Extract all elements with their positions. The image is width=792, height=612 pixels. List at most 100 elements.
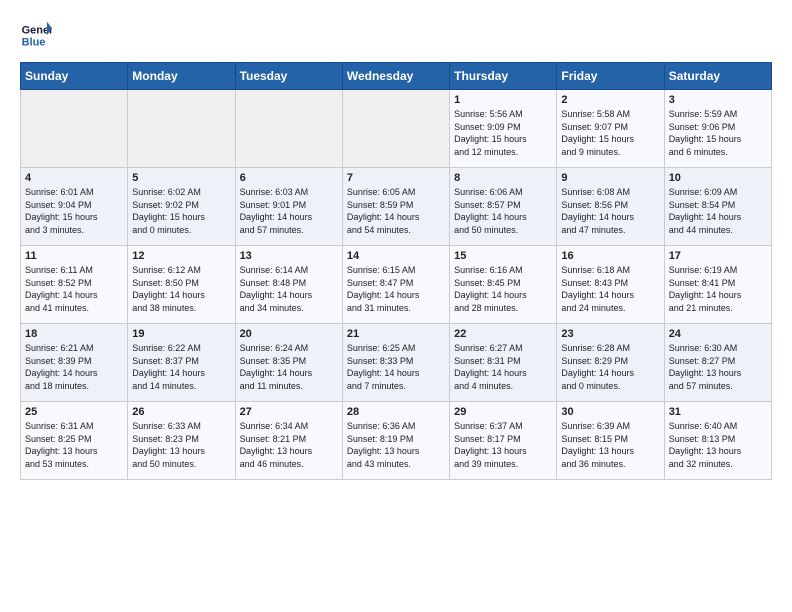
week-row-3: 11 Sunrise: 6:11 AM Sunset: 8:52 PM Dayli… [21, 246, 772, 324]
day-number: 27 [240, 406, 338, 418]
calendar-cell [235, 90, 342, 168]
calendar-cell: 5 Sunrise: 6:02 AM Sunset: 9:02 PM Daylig… [128, 168, 235, 246]
week-row-2: 4 Sunrise: 6:01 AM Sunset: 9:04 PM Daylig… [21, 168, 772, 246]
calendar-cell: 29 Sunrise: 6:37 AM Sunset: 8:17 PM Dayli… [450, 402, 557, 480]
day-info: Sunrise: 6:12 AM Sunset: 8:50 PM Dayligh… [132, 264, 230, 314]
day-info: Sunrise: 6:16 AM Sunset: 8:45 PM Dayligh… [454, 264, 552, 314]
calendar-cell: 23Sunrise: 6:28 AM Sunset: 8:29 PM Dayli… [557, 324, 664, 402]
day-number: 14 [347, 250, 445, 262]
day-number: 26 [132, 406, 230, 418]
day-number: 3 [669, 94, 767, 106]
day-info: Sunrise: 6:01 AM Sunset: 9:04 PM Dayligh… [25, 186, 123, 236]
day-info: Sunrise: 6:09 AM Sunset: 8:54 PM Dayligh… [669, 186, 767, 236]
day-number: 13 [240, 250, 338, 262]
day-info: Sunrise: 6:14 AM Sunset: 8:48 PM Dayligh… [240, 264, 338, 314]
day-info: Sunrise: 6:31 AM Sunset: 8:25 PM Dayligh… [25, 420, 123, 470]
day-info: Sunrise: 5:58 AM Sunset: 9:07 PM Dayligh… [561, 108, 659, 158]
day-header-saturday: Saturday [664, 63, 771, 90]
day-header-friday: Friday [557, 63, 664, 90]
day-info: Sunrise: 6:21 AM Sunset: 8:39 PM Dayligh… [25, 342, 123, 392]
calendar-cell: 19 Sunrise: 6:22 AM Sunset: 8:37 PM Dayli… [128, 324, 235, 402]
day-number: 18 [25, 328, 123, 340]
week-row-5: 25 Sunrise: 6:31 AM Sunset: 8:25 PM Dayli… [21, 402, 772, 480]
days-header-row: SundayMondayTuesdayWednesdayThursdayFrid… [21, 63, 772, 90]
day-info: Sunrise: 6:27 AM Sunset: 8:31 PM Dayligh… [454, 342, 552, 392]
day-number: 6 [240, 172, 338, 184]
day-number: 30 [561, 406, 659, 418]
logo: General Blue [20, 20, 56, 52]
calendar-cell: 24 Sunrise: 6:30 AM Sunset: 8:27 PM Dayli… [664, 324, 771, 402]
logo-icon: General Blue [20, 20, 52, 52]
day-header-monday: Monday [128, 63, 235, 90]
calendar-cell: 11 Sunrise: 6:11 AM Sunset: 8:52 PM Dayli… [21, 246, 128, 324]
page-header: General Blue [20, 20, 772, 52]
day-info: Sunrise: 6:19 AM Sunset: 8:41 PM Dayligh… [669, 264, 767, 314]
calendar-cell: 12Sunrise: 6:12 AM Sunset: 8:50 PM Dayli… [128, 246, 235, 324]
day-info: Sunrise: 6:06 AM Sunset: 8:57 PM Dayligh… [454, 186, 552, 236]
calendar-cell: 4 Sunrise: 6:01 AM Sunset: 9:04 PM Daylig… [21, 168, 128, 246]
day-info: Sunrise: 6:37 AM Sunset: 8:17 PM Dayligh… [454, 420, 552, 470]
calendar-cell: 9 Sunrise: 6:08 AM Sunset: 8:56 PM Daylig… [557, 168, 664, 246]
day-number: 11 [25, 250, 123, 262]
calendar-cell: 16Sunrise: 6:18 AM Sunset: 8:43 PM Dayli… [557, 246, 664, 324]
day-info: Sunrise: 6:25 AM Sunset: 8:33 PM Dayligh… [347, 342, 445, 392]
calendar-cell: 20 Sunrise: 6:24 AM Sunset: 8:35 PM Dayli… [235, 324, 342, 402]
day-number: 20 [240, 328, 338, 340]
day-number: 28 [347, 406, 445, 418]
day-info: Sunrise: 6:30 AM Sunset: 8:27 PM Dayligh… [669, 342, 767, 392]
calendar-cell: 28 Sunrise: 6:36 AM Sunset: 8:19 PM Dayli… [342, 402, 449, 480]
calendar-cell [21, 90, 128, 168]
calendar-cell: 2 Sunrise: 5:58 AM Sunset: 9:07 PM Daylig… [557, 90, 664, 168]
day-number: 16 [561, 250, 659, 262]
day-number: 1 [454, 94, 552, 106]
day-info: Sunrise: 5:56 AM Sunset: 9:09 PM Dayligh… [454, 108, 552, 158]
calendar-cell [128, 90, 235, 168]
day-number: 29 [454, 406, 552, 418]
day-header-wednesday: Wednesday [342, 63, 449, 90]
week-row-1: 1 Sunrise: 5:56 AM Sunset: 9:09 PM Daylig… [21, 90, 772, 168]
day-number: 19 [132, 328, 230, 340]
day-number: 23 [561, 328, 659, 340]
calendar-cell: 30 Sunrise: 6:39 AM Sunset: 8:15 PM Dayli… [557, 402, 664, 480]
day-number: 31 [669, 406, 767, 418]
calendar-cell: 31 Sunrise: 6:40 AM Sunset: 8:13 PM Dayli… [664, 402, 771, 480]
day-info: Sunrise: 6:36 AM Sunset: 8:19 PM Dayligh… [347, 420, 445, 470]
day-number: 5 [132, 172, 230, 184]
day-number: 8 [454, 172, 552, 184]
day-number: 17 [669, 250, 767, 262]
calendar-cell: 10 Sunrise: 6:09 AM Sunset: 8:54 PM Dayli… [664, 168, 771, 246]
week-row-4: 18 Sunrise: 6:21 AM Sunset: 8:39 PM Dayli… [21, 324, 772, 402]
day-header-thursday: Thursday [450, 63, 557, 90]
day-number: 9 [561, 172, 659, 184]
day-info: Sunrise: 6:05 AM Sunset: 8:59 PM Dayligh… [347, 186, 445, 236]
day-number: 24 [669, 328, 767, 340]
calendar-cell: 17 Sunrise: 6:19 AM Sunset: 8:41 PM Dayli… [664, 246, 771, 324]
calendar-cell: 13 Sunrise: 6:14 AM Sunset: 8:48 PM Dayli… [235, 246, 342, 324]
day-header-sunday: Sunday [21, 63, 128, 90]
calendar-cell: 15 Sunrise: 6:16 AM Sunset: 8:45 PM Dayli… [450, 246, 557, 324]
calendar-cell: 27 Sunrise: 6:34 AM Sunset: 8:21 PM Dayli… [235, 402, 342, 480]
day-info: Sunrise: 6:08 AM Sunset: 8:56 PM Dayligh… [561, 186, 659, 236]
day-number: 4 [25, 172, 123, 184]
day-info: Sunrise: 6:22 AM Sunset: 8:37 PM Dayligh… [132, 342, 230, 392]
day-number: 22 [454, 328, 552, 340]
day-info: Sunrise: 6:24 AM Sunset: 8:35 PM Dayligh… [240, 342, 338, 392]
svg-text:Blue: Blue [22, 36, 46, 48]
day-info: Sunrise: 6:39 AM Sunset: 8:15 PM Dayligh… [561, 420, 659, 470]
calendar-cell: 25 Sunrise: 6:31 AM Sunset: 8:25 PM Dayli… [21, 402, 128, 480]
day-info: Sunrise: 6:02 AM Sunset: 9:02 PM Dayligh… [132, 186, 230, 236]
day-number: 7 [347, 172, 445, 184]
day-info: Sunrise: 6:11 AM Sunset: 8:52 PM Dayligh… [25, 264, 123, 314]
day-info: Sunrise: 6:33 AM Sunset: 8:23 PM Dayligh… [132, 420, 230, 470]
calendar-cell: 8 Sunrise: 6:06 AM Sunset: 8:57 PM Daylig… [450, 168, 557, 246]
day-info: Sunrise: 6:34 AM Sunset: 8:21 PM Dayligh… [240, 420, 338, 470]
calendar-cell: 22 Sunrise: 6:27 AM Sunset: 8:31 PM Dayli… [450, 324, 557, 402]
day-info: Sunrise: 5:59 AM Sunset: 9:06 PM Dayligh… [669, 108, 767, 158]
day-number: 10 [669, 172, 767, 184]
calendar-cell: 3 Sunrise: 5:59 AM Sunset: 9:06 PM Daylig… [664, 90, 771, 168]
day-info: Sunrise: 6:40 AM Sunset: 8:13 PM Dayligh… [669, 420, 767, 470]
day-number: 2 [561, 94, 659, 106]
day-number: 25 [25, 406, 123, 418]
calendar-cell: 18 Sunrise: 6:21 AM Sunset: 8:39 PM Dayli… [21, 324, 128, 402]
day-number: 15 [454, 250, 552, 262]
